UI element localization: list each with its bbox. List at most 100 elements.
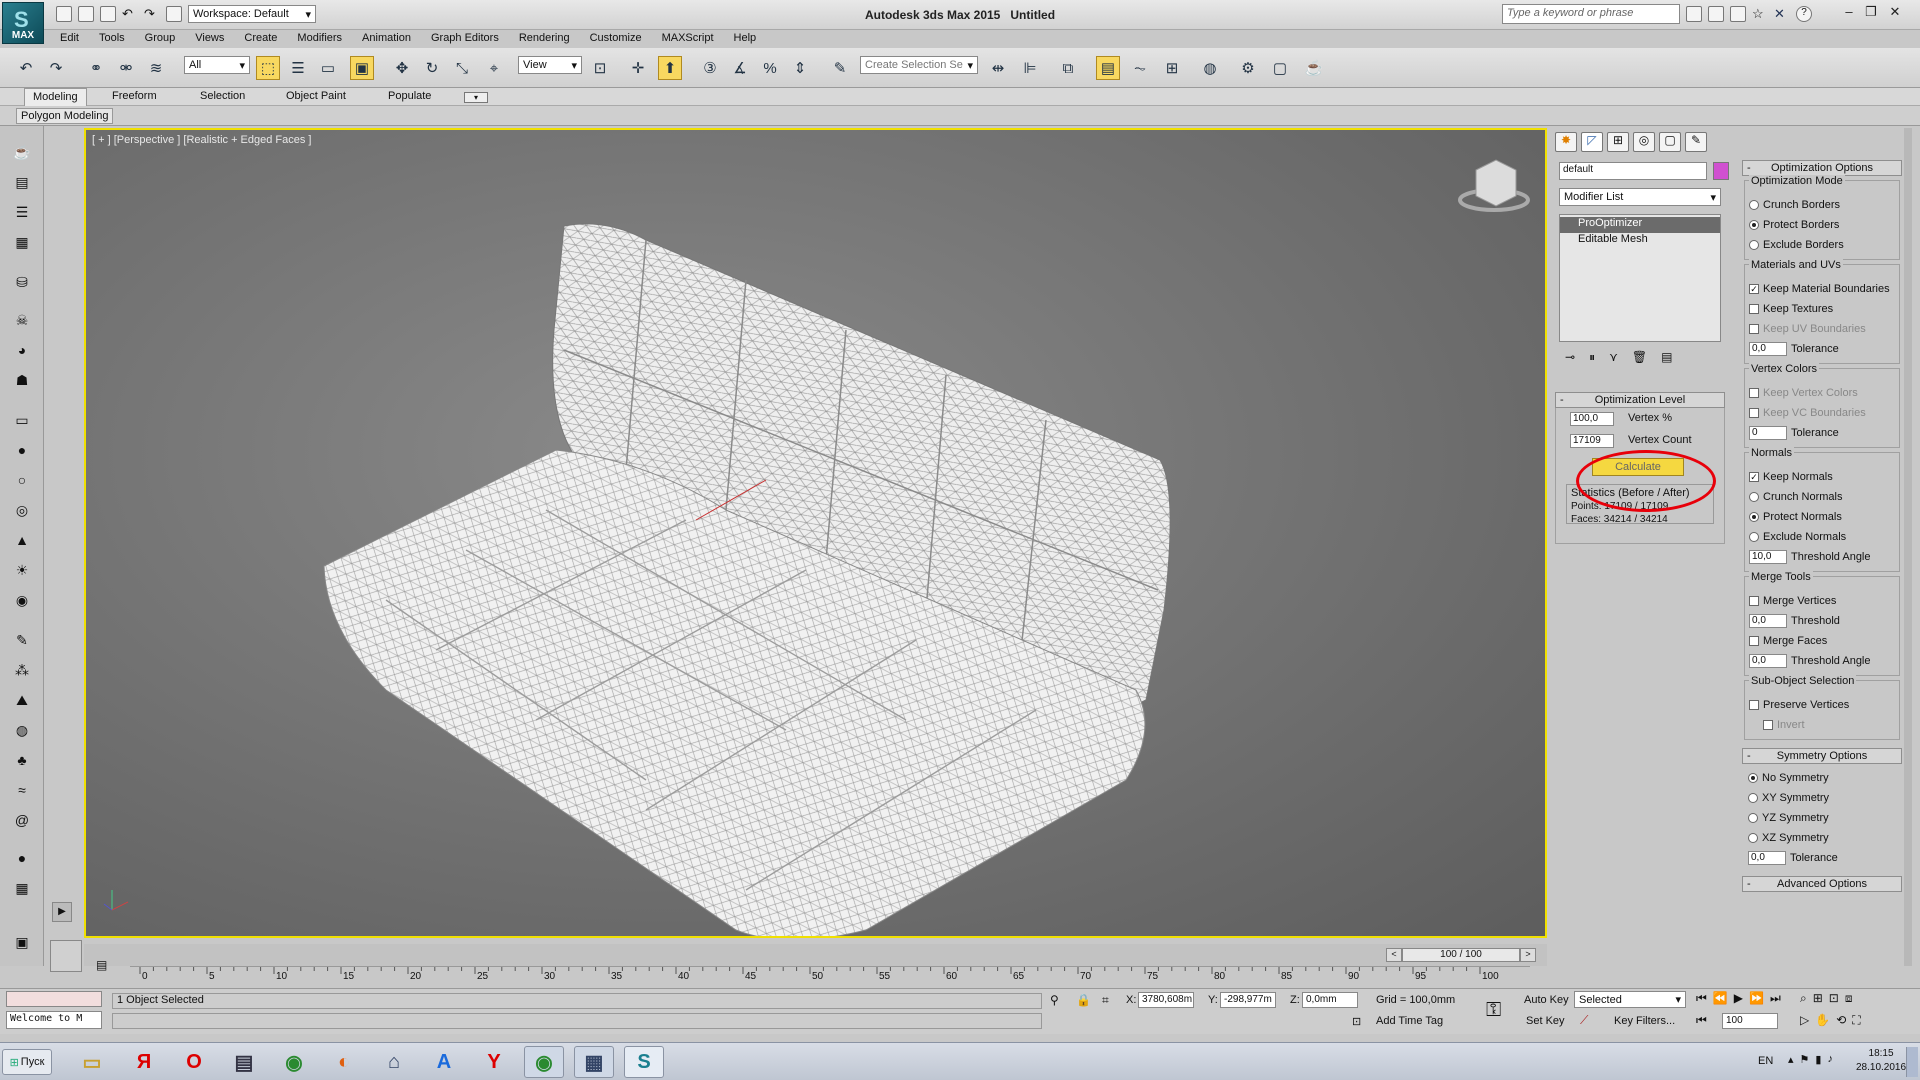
stack-item-editable-mesh[interactable]: Editable Mesh	[1560, 233, 1720, 249]
app-menu-button[interactable]: S MAX	[2, 2, 44, 44]
teapot-icon[interactable]: ☕	[10, 140, 34, 164]
next-frame-arrow-icon[interactable]: >	[1520, 948, 1536, 962]
angle-snap-icon[interactable]: ∡	[728, 56, 752, 80]
viewport-thumbnail[interactable]	[50, 940, 82, 972]
plane-icon[interactable]: ▭	[10, 408, 34, 432]
tab-object-paint[interactable]: Object Paint	[278, 88, 354, 106]
edit-named-selection-icon[interactable]: ✎	[828, 56, 852, 80]
render-setup-icon[interactable]: ⚙	[1236, 56, 1260, 80]
graphite-toolbar-icon[interactable]: ▤	[1096, 56, 1120, 80]
hierarchy-tab-icon[interactable]: ⊞	[1607, 132, 1629, 152]
menu-tools[interactable]: Tools	[89, 30, 135, 48]
pivot-center-icon[interactable]: ⊡	[588, 56, 612, 80]
preserve-vertices-checkbox[interactable]: Preserve Vertices	[1749, 695, 1895, 715]
tray-flag-icon[interactable]: ⚑	[1800, 1053, 1810, 1066]
selection-lock-icon[interactable]: 🔒	[1076, 993, 1091, 1007]
advanced-options-header[interactable]: Advanced Options	[1742, 876, 1902, 892]
set-key-icon[interactable]: ⚿	[1486, 999, 1501, 1022]
keep-vc-boundaries-checkbox[interactable]: Keep VC Boundaries	[1749, 403, 1895, 423]
next-frame-icon[interactable]: ⏩	[1749, 991, 1764, 1006]
key-mode-dropdown[interactable]: Selected ▾	[1574, 991, 1686, 1008]
menu-maxscript[interactable]: MAXScript	[652, 30, 724, 48]
isolate-selection-icon[interactable]: ⚲	[1050, 993, 1059, 1007]
menu-group[interactable]: Group	[135, 30, 186, 48]
tube-icon[interactable]: ◎	[10, 498, 34, 522]
sphere-icon[interactable]: ●	[10, 438, 34, 462]
torus-icon[interactable]: ◉	[10, 588, 34, 612]
snapshot-icon[interactable]: ▣	[10, 930, 34, 954]
tab-modeling[interactable]: Modeling	[24, 88, 87, 106]
merge-faces-checkbox[interactable]: Merge Faces	[1749, 631, 1895, 651]
undo-icon[interactable]: ↶	[14, 56, 38, 80]
menu-create[interactable]: Create	[234, 30, 287, 48]
no-symmetry-radio[interactable]: No Symmetry	[1748, 768, 1896, 788]
protect-normals-radio[interactable]: Protect Normals	[1749, 507, 1895, 527]
selection-filter-dropdown[interactable]: All ▾	[184, 56, 250, 74]
set-key-button[interactable]: Set Key	[1526, 1015, 1565, 1027]
grid-icon[interactable]: ▦	[10, 230, 34, 254]
rectangle-selection-icon[interactable]: ▭	[316, 56, 340, 80]
utilities-tab-icon[interactable]: ✎	[1685, 132, 1707, 152]
chrome-window-icon[interactable]: ◉	[524, 1046, 564, 1078]
y-coordinate-field[interactable]: -298,977m	[1220, 992, 1276, 1008]
tray-arrow-icon[interactable]: ▴	[1788, 1053, 1794, 1066]
field-of-view-icon[interactable]: ▷	[1800, 1013, 1809, 1028]
merge-faces-angle-spinner[interactable]: 0,0 Threshold Angle	[1749, 651, 1895, 671]
redo-icon[interactable]: ↷	[44, 56, 68, 80]
show-end-result-icon[interactable]: ⏸	[1589, 350, 1595, 372]
play-icon[interactable]: ▶	[1734, 991, 1743, 1006]
exclude-normals-radio[interactable]: Exclude Normals	[1749, 527, 1895, 547]
binoculars-icon[interactable]	[1686, 6, 1702, 22]
cone-icon[interactable]: ▲	[10, 528, 34, 552]
tray-volume-icon[interactable]: ♪	[1827, 1053, 1833, 1066]
zoom-icon[interactable]: ⌕	[1800, 991, 1807, 1006]
close-button[interactable]: ✕	[1886, 4, 1904, 22]
yz-symmetry-radio[interactable]: YZ Symmetry	[1748, 808, 1896, 828]
x-coordinate-field[interactable]: 3780,608m	[1138, 992, 1194, 1008]
sun-icon[interactable]: ☀	[10, 558, 34, 582]
schematic-view-icon[interactable]: ⊞	[1160, 56, 1184, 80]
optimization-level-header[interactable]: Optimization Level	[1555, 392, 1725, 408]
go-to-end-icon[interactable]: ⏭	[1770, 991, 1781, 1006]
spinner-snap-icon[interactable]: ⇕	[788, 56, 812, 80]
rendered-frame-icon[interactable]: ▢	[1268, 56, 1292, 80]
menu-edit[interactable]: Edit	[50, 30, 89, 48]
table-icon[interactable]: ▦	[10, 876, 34, 900]
keep-normals-checkbox[interactable]: ✓ Keep Normals	[1749, 467, 1895, 487]
menu-rendering[interactable]: Rendering	[509, 30, 580, 48]
scale-icon[interactable]: ⤡	[450, 56, 474, 80]
command-panel-scrollbar[interactable]	[1904, 128, 1912, 966]
zoom-extents-all-icon[interactable]: ⧈	[1845, 991, 1853, 1006]
keep-uv-boundaries-checkbox[interactable]: Keep UV Boundaries	[1749, 319, 1895, 339]
menu-help[interactable]: Help	[724, 30, 767, 48]
object-name-field[interactable]: default	[1559, 162, 1707, 180]
optimization-options-header[interactable]: Optimization Options	[1742, 160, 1902, 176]
explorer-icon[interactable]: ▭	[72, 1046, 112, 1078]
merge-threshold-spinner[interactable]: 0,0 Threshold	[1749, 611, 1895, 631]
crunch-normals-radio[interactable]: Crunch Normals	[1749, 487, 1895, 507]
bind-spacewarp-icon[interactable]: ≋	[144, 56, 168, 80]
link-icon[interactable]: ⚭	[84, 56, 108, 80]
keyboard-shortcut-override-icon[interactable]: ⬆	[658, 56, 682, 80]
rotate-icon[interactable]: ↻	[420, 56, 444, 80]
pin-stack-icon[interactable]: ⊸	[1565, 350, 1575, 372]
xz-symmetry-radio[interactable]: XZ Symmetry	[1748, 828, 1896, 848]
tab-selection[interactable]: Selection	[192, 88, 253, 106]
orbit-icon[interactable]: ⟲	[1836, 1013, 1846, 1028]
snaps-toggle-icon[interactable]: ③	[698, 56, 722, 80]
configure-sets-icon[interactable]: ▤	[1661, 350, 1672, 372]
network-icon[interactable]: ⌂	[374, 1046, 414, 1078]
time-slider-thumb[interactable]: 100 / 100	[1402, 948, 1520, 962]
make-unique-icon[interactable]: ⋎	[1609, 350, 1618, 372]
crunch-borders-radio[interactable]: Crunch Borders	[1749, 195, 1895, 215]
tab-freeform[interactable]: Freeform	[104, 88, 165, 106]
symmetry-tolerance-spinner[interactable]: 0,0 Tolerance	[1748, 848, 1896, 868]
window-crossing-icon[interactable]: ▣	[350, 56, 374, 80]
render-production-icon[interactable]: ☕	[1302, 56, 1326, 80]
modify-tab-icon[interactable]: ◸	[1581, 132, 1603, 152]
time-slider[interactable]: < 100 / 100 >	[84, 944, 1547, 966]
named-selection-sets-dropdown[interactable]: Create Selection Se ▾	[860, 56, 978, 74]
layer-explorer-icon[interactable]: ⧉	[1056, 56, 1080, 80]
z-coordinate-field[interactable]: 0,0mm	[1302, 992, 1358, 1008]
exchange-icon[interactable]: ✕	[1774, 6, 1790, 22]
